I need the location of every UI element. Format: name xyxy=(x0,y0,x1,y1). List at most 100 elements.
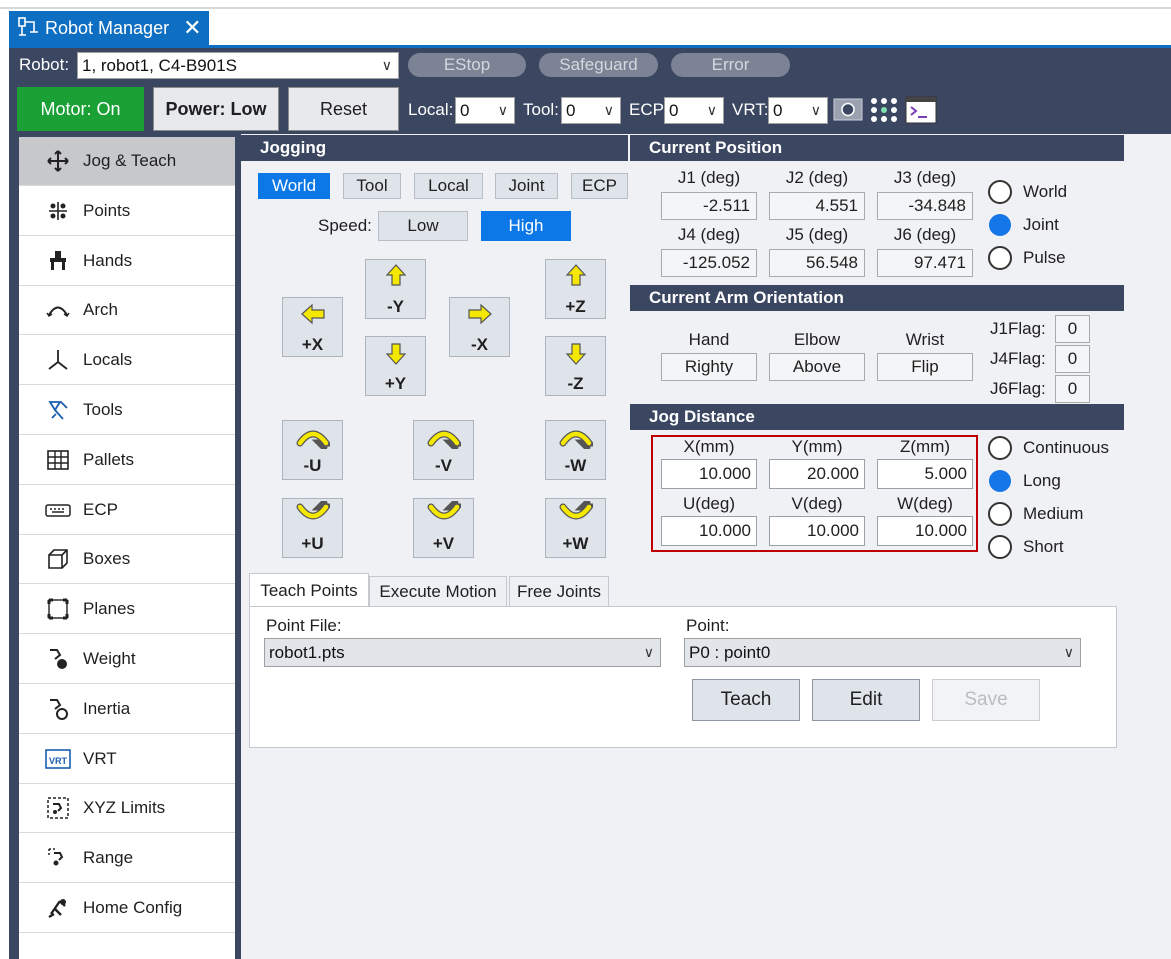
dot-grid-icon[interactable] xyxy=(868,95,900,125)
jog-mode-joint[interactable]: Joint xyxy=(495,173,558,199)
distance-input[interactable]: 20.000 xyxy=(769,459,865,489)
sidebar-item-vrt[interactable]: VRT VRT xyxy=(19,735,235,784)
ecp-select[interactable]: 0 ∨ xyxy=(664,97,724,124)
sidebar-item-points[interactable]: Points xyxy=(19,187,235,236)
jog-mode-ecp[interactable]: ECP xyxy=(571,173,628,199)
distance-label: V(deg) xyxy=(791,494,843,513)
rotate-arrow-icon xyxy=(427,499,464,532)
jog-plus-x-button[interactable]: +X xyxy=(282,297,343,357)
rotate-arrow-icon xyxy=(427,423,464,454)
sidebar-item-ecp[interactable]: ECP xyxy=(19,486,235,535)
tool-select[interactable]: 0 ∨ xyxy=(561,97,621,124)
jog-minus-u-button[interactable]: -U xyxy=(282,420,343,480)
jog-minus-z-button[interactable]: -Z xyxy=(545,336,606,396)
sidebar-item-label: Tools xyxy=(83,400,123,419)
distance-input[interactable]: 10.000 xyxy=(661,459,757,489)
jog-button-label: +Z xyxy=(565,297,586,316)
sidebar-item-label: Points xyxy=(83,200,131,220)
jog-mode-world[interactable]: World xyxy=(258,173,330,199)
distance-radio-short[interactable]: Short xyxy=(988,535,1064,559)
edit-button[interactable]: Edit xyxy=(812,679,920,721)
distance-radio-continuous[interactable]: Continuous xyxy=(988,436,1109,460)
sidebar-item-label: Planes xyxy=(83,599,135,619)
joint-value: -125.052 xyxy=(661,249,757,277)
jog-minus-x-button[interactable]: -X xyxy=(449,297,510,357)
jog-plus-v-button[interactable]: +V xyxy=(413,498,474,558)
jog-minus-v-button[interactable]: -V xyxy=(413,420,474,480)
distance-input[interactable]: 10.000 xyxy=(769,516,865,546)
close-icon[interactable]: ✕ xyxy=(183,17,201,39)
sidebar-item-inertia[interactable]: Inertia xyxy=(19,685,235,734)
radio-circle xyxy=(988,535,1012,559)
sidebar-item-label: Arch xyxy=(83,300,118,320)
teach-button[interactable]: Teach xyxy=(692,679,800,721)
motor-on-button[interactable]: Motor: On xyxy=(17,87,144,131)
rotate-arrow-icon xyxy=(559,499,596,532)
jog-mode-tool[interactable]: Tool xyxy=(343,173,401,199)
camera-icon[interactable] xyxy=(833,95,863,123)
sidebar-item-range[interactable]: Range xyxy=(19,834,235,884)
distance-input[interactable]: 10.000 xyxy=(877,516,973,546)
joint-value: 56.548 xyxy=(769,249,865,277)
terminal-icon[interactable] xyxy=(905,95,937,125)
jog-minus-w-button[interactable]: -W xyxy=(545,420,606,480)
sidebar-item-home-config[interactable]: Home Config xyxy=(19,884,235,933)
joint-label: J2 (deg) xyxy=(785,168,849,187)
sidebar-item-planes[interactable]: Planes xyxy=(19,585,235,635)
jog-button-label: +W xyxy=(562,534,589,553)
elbow-value: Above xyxy=(769,353,865,381)
jog-plus-w-button[interactable]: +W xyxy=(545,498,606,558)
distance-input[interactable]: 10.000 xyxy=(661,516,757,546)
robot-manager-tab[interactable]: Robot Manager ✕ xyxy=(9,11,209,45)
svg-text:VRT: VRT xyxy=(49,756,68,766)
sidebar-item-xyz-limits[interactable]: XYZ Limits xyxy=(19,784,235,834)
distance-radio-long[interactable]: Long xyxy=(988,469,1061,493)
position-radio-pulse[interactable]: Pulse xyxy=(988,246,1066,270)
jog-plus-u-button[interactable]: +U xyxy=(282,498,343,558)
speed-high-button[interactable]: High xyxy=(481,211,571,241)
distance-label: Z(mm) xyxy=(899,437,951,456)
local-value: 0 xyxy=(460,100,470,120)
hand-value: Righty xyxy=(661,353,757,381)
position-radio-joint[interactable]: Joint xyxy=(988,213,1059,237)
top-border xyxy=(0,7,1171,9)
distance-radio-medium[interactable]: Medium xyxy=(988,502,1083,526)
tab-free-joints[interactable]: Free Joints xyxy=(509,576,609,608)
arrow-icon xyxy=(382,262,410,295)
sidebar-item-pallets[interactable]: Pallets xyxy=(19,436,235,485)
jog-minus-y-button[interactable]: -Y xyxy=(365,259,426,319)
sidebar-item-weight[interactable]: Weight xyxy=(19,635,235,684)
j6flag-label: J6Flag: xyxy=(990,379,1046,398)
radio-circle xyxy=(989,470,1011,492)
xyz-limits-icon xyxy=(45,795,71,821)
hand-gripper-icon xyxy=(45,248,71,274)
position-radio-world[interactable]: World xyxy=(988,180,1067,204)
tab-teach-points[interactable]: Teach Points xyxy=(249,573,369,607)
jog-mode-local[interactable]: Local xyxy=(414,173,483,199)
sidebar-item-jog-teach[interactable]: Jog & Teach xyxy=(19,137,235,186)
sidebar-item-locals[interactable]: Locals xyxy=(19,336,235,386)
point-file-select[interactable]: robot1.pts ∨ xyxy=(264,638,661,667)
sidebar-item-hands[interactable]: Hands xyxy=(19,237,235,286)
reset-button[interactable]: Reset xyxy=(288,87,399,131)
sidebar-item-arch[interactable]: Arch xyxy=(19,286,235,336)
jog-plus-y-button[interactable]: +Y xyxy=(365,336,426,396)
jog-plus-z-button[interactable]: +Z xyxy=(545,259,606,319)
vrt-select[interactable]: 0 ∨ xyxy=(768,97,828,124)
distance-input[interactable]: 5.000 xyxy=(877,459,973,489)
speed-low-button[interactable]: Low xyxy=(378,211,468,241)
local-select[interactable]: 0 ∨ xyxy=(455,97,515,124)
point-select[interactable]: P0 : point0 ∨ xyxy=(684,638,1081,667)
power-low-button[interactable]: Power: Low xyxy=(153,87,279,131)
tab-execute-motion[interactable]: Execute Motion xyxy=(369,576,507,608)
sidebar-item-boxes[interactable]: Boxes xyxy=(19,535,235,585)
joint-label: J3 (deg) xyxy=(893,168,957,187)
jog-button-label: +Y xyxy=(384,374,407,393)
robot-select[interactable]: 1, robot1, C4-B901S ∨ xyxy=(77,52,399,79)
sidebar-item-label: XYZ Limits xyxy=(83,798,166,818)
chevron-down-icon: ∨ xyxy=(497,102,508,118)
chevron-down-icon: ∨ xyxy=(643,644,654,660)
radio-label: Medium xyxy=(1023,504,1084,523)
sidebar-item-tools[interactable]: Tools xyxy=(19,386,235,435)
save-button[interactable]: Save xyxy=(932,679,1040,721)
